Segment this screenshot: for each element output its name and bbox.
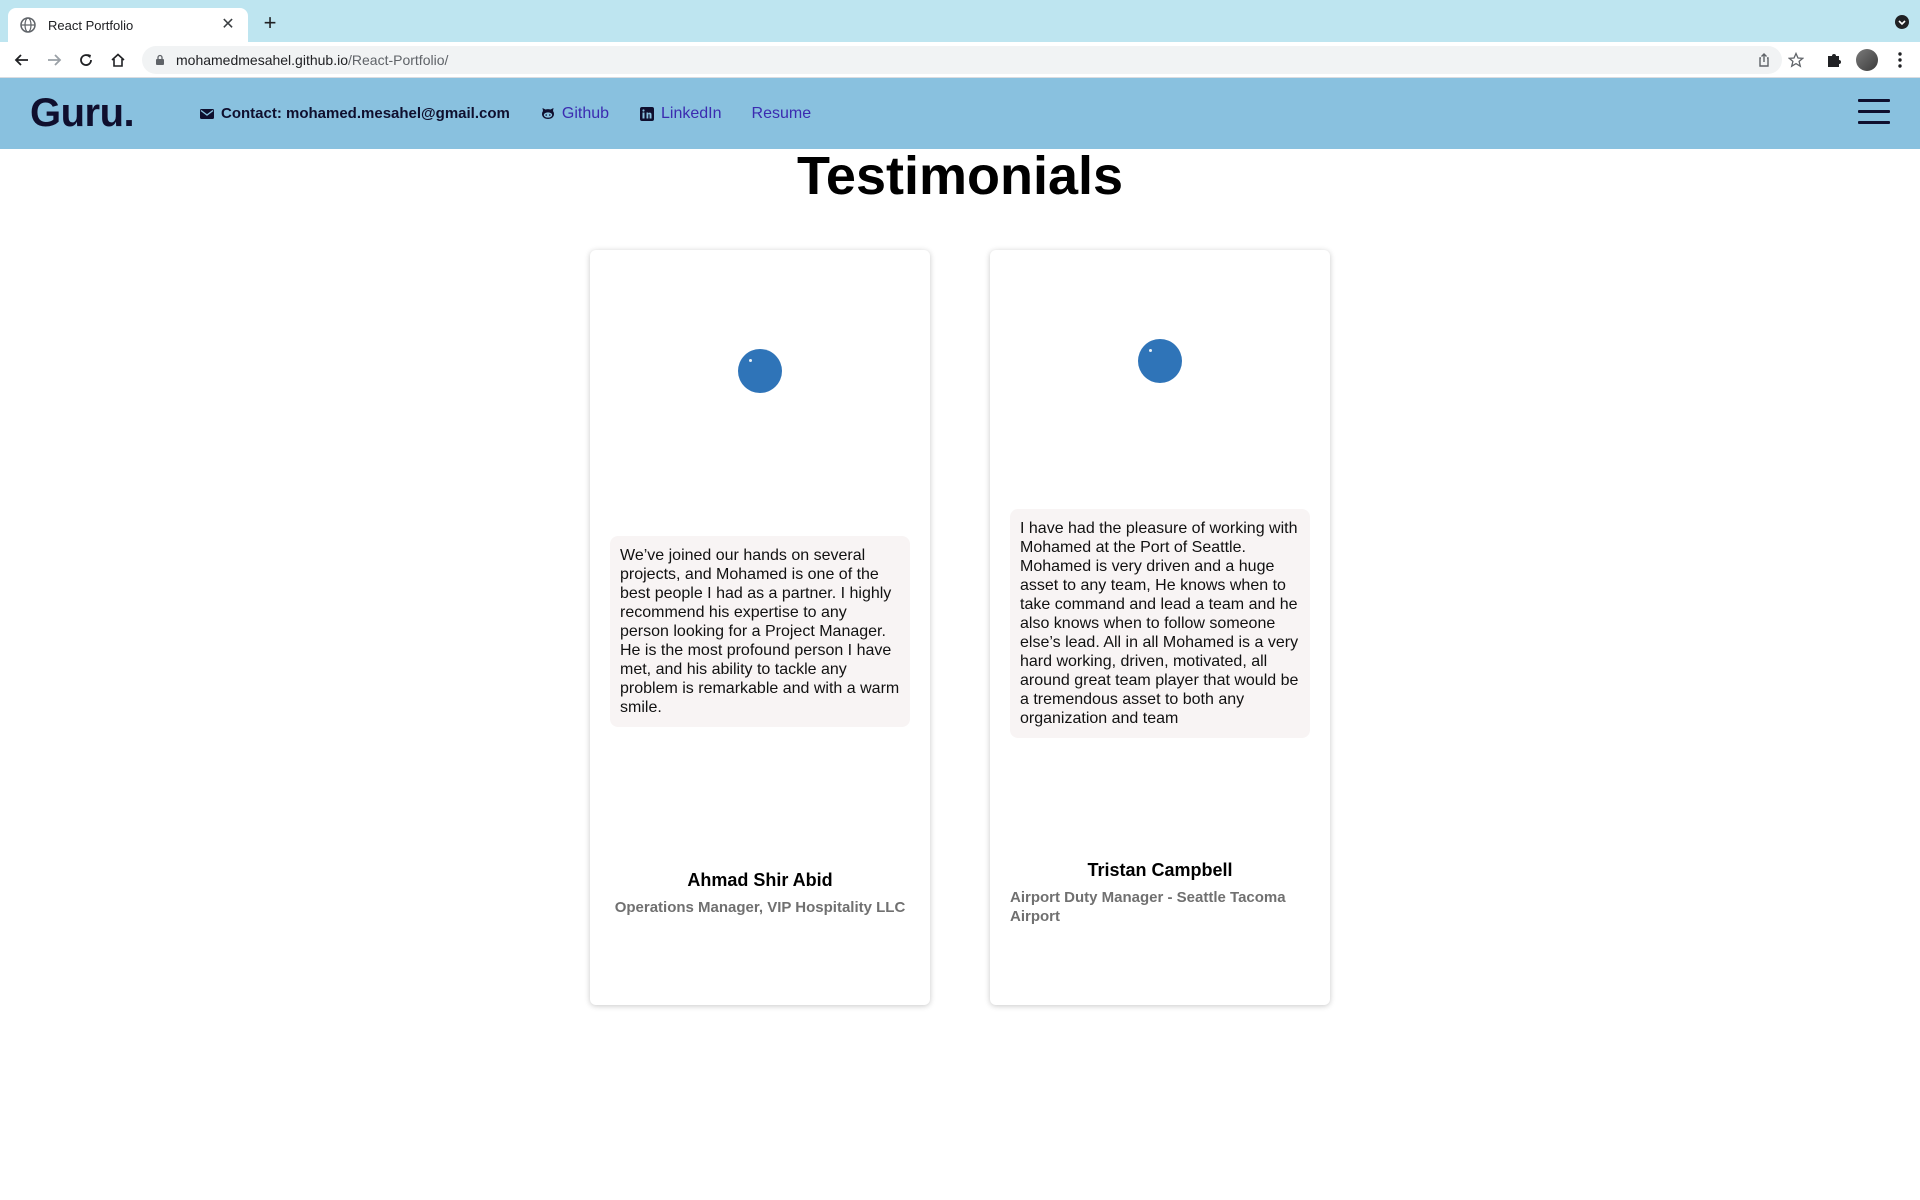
testimonial-name: Ahmad Shir Abid [687,870,833,890]
url-host: mohamedmesahel.github.io [176,52,348,68]
address-bar[interactable]: mohamedmesahel.github.io/React-Portfolio… [142,46,1805,74]
github-icon [540,106,556,122]
testimonial-name: Tristan Campbell [1087,860,1233,880]
testimonial-quote: We’ve joined our hands on several projec… [610,536,910,727]
avatar[interactable] [1856,49,1878,71]
forward-icon[interactable] [42,48,66,72]
share-icon[interactable] [1756,52,1772,68]
testimonial-title: Operations Manager, VIP Hospitality LLC [614,899,906,916]
more-vert-icon[interactable] [1892,50,1908,70]
url-path: /React-Portfolio/ [348,52,449,68]
close-icon[interactable]: ✕ [220,17,236,33]
linkedin-link[interactable]: LinkedIn [639,105,722,123]
github-label: Github [561,104,610,122]
reload-icon[interactable] [74,48,98,72]
page-title: Testimonials [796,146,1124,206]
testimonial-title: Airport Duty Manager - Seattle Tacoma Ai… [1010,889,1286,925]
hamburger-icon[interactable] [1858,99,1890,127]
browser-toolbar: mohamedmesahel.github.io/React-Portfolio… [0,42,1920,78]
contact-link[interactable]: Contact: mohamed.mesahel@gmail.com [199,105,510,122]
puzzle-icon[interactable] [1824,50,1844,70]
testimonial-card: We’ve joined our hands on several projec… [590,250,930,1005]
globe-icon [20,17,36,33]
main-nav: Contact: mohamed.mesahel@gmail.com Githu… [199,78,841,149]
home-icon[interactable] [106,48,130,72]
browser-tab[interactable]: React Portfolio ✕ [8,8,248,42]
back-icon[interactable] [10,48,34,72]
lock-icon[interactable] [154,54,166,66]
avatar [1138,339,1182,383]
tab-title: React Portfolio [48,17,134,33]
star-icon[interactable] [1787,51,1805,68]
resume-link[interactable]: Resume [752,105,812,123]
linkedin-label: LinkedIn [661,104,722,122]
plus-icon[interactable]: + [258,12,282,36]
testimonial-quote: I have had the pleasure of working with … [1010,509,1310,738]
testimonial-card: I have had the pleasure of working with … [990,250,1330,1005]
site-logo[interactable]: Guru. [30,91,135,136]
contact-label: Contact: mohamed.mesahel@gmail.com [221,105,510,122]
github-link[interactable]: Github [540,105,609,123]
site-header: Guru. Contact: mohamed.mesahel@gmail.com… [0,78,1920,149]
browser-tabstrip: React Portfolio ✕ + [0,0,1920,42]
chevron-down-icon[interactable] [1894,14,1910,30]
avatar [738,349,782,393]
linkedin-icon [639,106,655,122]
mail-icon [199,106,215,122]
